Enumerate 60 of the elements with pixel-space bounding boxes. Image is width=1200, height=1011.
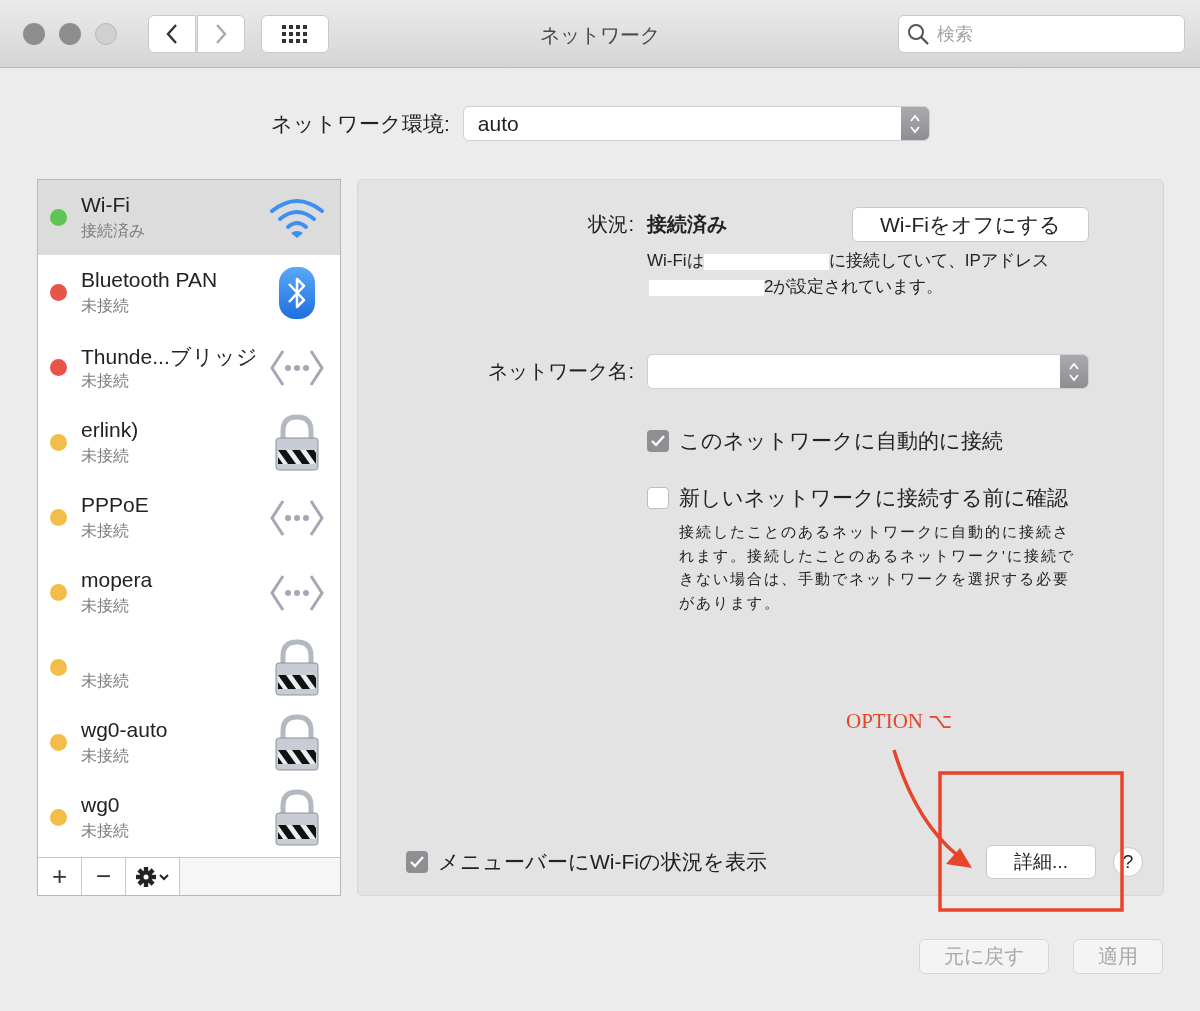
service-name: Thunde...ブリッジ [81,344,259,369]
service-status: 未接続 [81,296,130,316]
window-title: ネットワーク [540,24,660,46]
network-name-popup[interactable] [647,354,1089,389]
add-button[interactable]: + [38,858,82,895]
checkmark-icon [651,435,665,447]
service-name: Bluetooth PAN [81,268,219,293]
network-name-label: ネットワーク名: [487,359,634,384]
checkbox[interactable] [647,430,669,452]
checkbox[interactable] [647,487,669,509]
close-button[interactable] [23,22,45,45]
help-text: 接続したことのあるネットワークに自動的に接続されます。接続したことのあるネットワーク'に接続できない場合は、手動でネットワークを選択する必要があります。 [679,522,1076,613]
location-value: auto [476,111,520,136]
padlock-icon [274,413,320,472]
checkbox[interactable] [406,851,428,873]
checkbox-label: 新しいネットワークに接続する前に確認 [679,485,1068,511]
zoom-button[interactable] [95,22,117,45]
checkbox-label: このネットワークに自動的に接続 [679,428,1003,454]
wifi-icon [268,196,326,239]
service-status: 未接続 [81,521,130,541]
service-item[interactable]: Wi-Fi 接続済み [38,180,340,255]
chevron-left-icon [166,22,178,45]
service-name: Wi-Fi [81,193,131,218]
advanced-button[interactable]: 詳細... [986,845,1096,879]
service-name: wg0-auto [81,718,169,743]
location-label: ネットワーク環境: [271,110,450,137]
service-status: 未接続 [81,746,130,766]
wifi-off-button[interactable]: Wi-Fiをオフにする [852,207,1089,242]
remove-button[interactable]: − [82,858,126,895]
location-popup[interactable]: auto [462,106,930,141]
padlock-icon [274,788,320,847]
status-description: Wi-Fiは に接続していて、IPアドレス 2が設定されています。 [647,250,1050,298]
search-icon [907,22,929,45]
show-all-button[interactable] [261,14,329,53]
service-name: wg0 [81,793,121,818]
status-value: 接続済み [647,212,727,237]
service-name: PPPoE [81,493,150,518]
padlock-icon [274,713,320,772]
service-status: 未接続 [81,671,130,691]
service-status: 未接続 [81,821,130,841]
checkbox-label: メニューバーにWi-Fiの状況を表示 [438,849,767,875]
back-button[interactable] [148,14,196,53]
bluetooth-icon [278,265,316,320]
chevron-right-icon [215,22,227,45]
service-status: 接続済み [81,221,146,241]
service-status: 未接続 [81,446,130,466]
action-menu-button[interactable] [126,858,180,895]
annotation-label: OPTION ⌥ [846,709,953,734]
minimize-button[interactable] [59,22,81,45]
padlock-icon [274,638,320,697]
stepper-icon [908,112,921,135]
checkmark-icon [410,856,424,868]
stepper-icon [1068,360,1080,383]
service-status: 未接続 [81,596,130,616]
service-name: erlink) [81,418,140,443]
grid-icon [282,24,308,43]
status-label: 状況: [587,212,634,237]
service-name: mopera [81,568,154,593]
gear-icon [134,865,171,888]
service-status: 未接続 [81,371,130,391]
